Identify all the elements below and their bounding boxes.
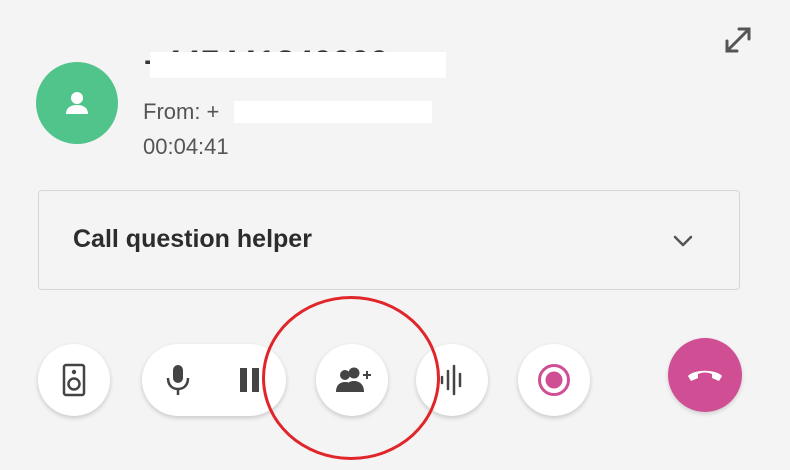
speaker-button[interactable] — [38, 344, 110, 416]
pause-icon — [240, 368, 259, 392]
call-question-helper-dropdown[interactable]: Call question helper — [38, 190, 740, 290]
hold-button[interactable] — [214, 344, 286, 416]
mute-button[interactable] — [142, 344, 214, 416]
redaction-bar — [150, 52, 446, 78]
person-icon — [66, 92, 88, 114]
call-panel: +447441849999 From: + 00:04:41 Call ques… — [0, 0, 790, 470]
hang-up-button[interactable] — [668, 338, 742, 412]
add-participant-icon — [336, 367, 371, 392]
mute-hold-group — [142, 344, 286, 416]
expand-icon — [725, 27, 751, 53]
phone-hangup-icon — [688, 370, 722, 381]
chevron-down-icon — [673, 235, 693, 247]
audio-wave-icon — [440, 364, 462, 396]
caller-avatar — [36, 62, 118, 144]
call-duration: 00:04:41 — [143, 134, 229, 159]
add-participant-button[interactable] — [316, 344, 388, 416]
record-icon — [538, 364, 570, 396]
record-button[interactable] — [518, 344, 590, 416]
expand-button[interactable] — [718, 22, 758, 56]
call-question-helper-label: Call question helper — [73, 225, 312, 253]
audio-wave-button[interactable] — [416, 344, 488, 416]
microphone-icon — [166, 365, 190, 395]
redaction-bar — [234, 101, 432, 123]
speaker-icon — [62, 363, 86, 397]
from-line: From: + — [143, 99, 220, 124]
